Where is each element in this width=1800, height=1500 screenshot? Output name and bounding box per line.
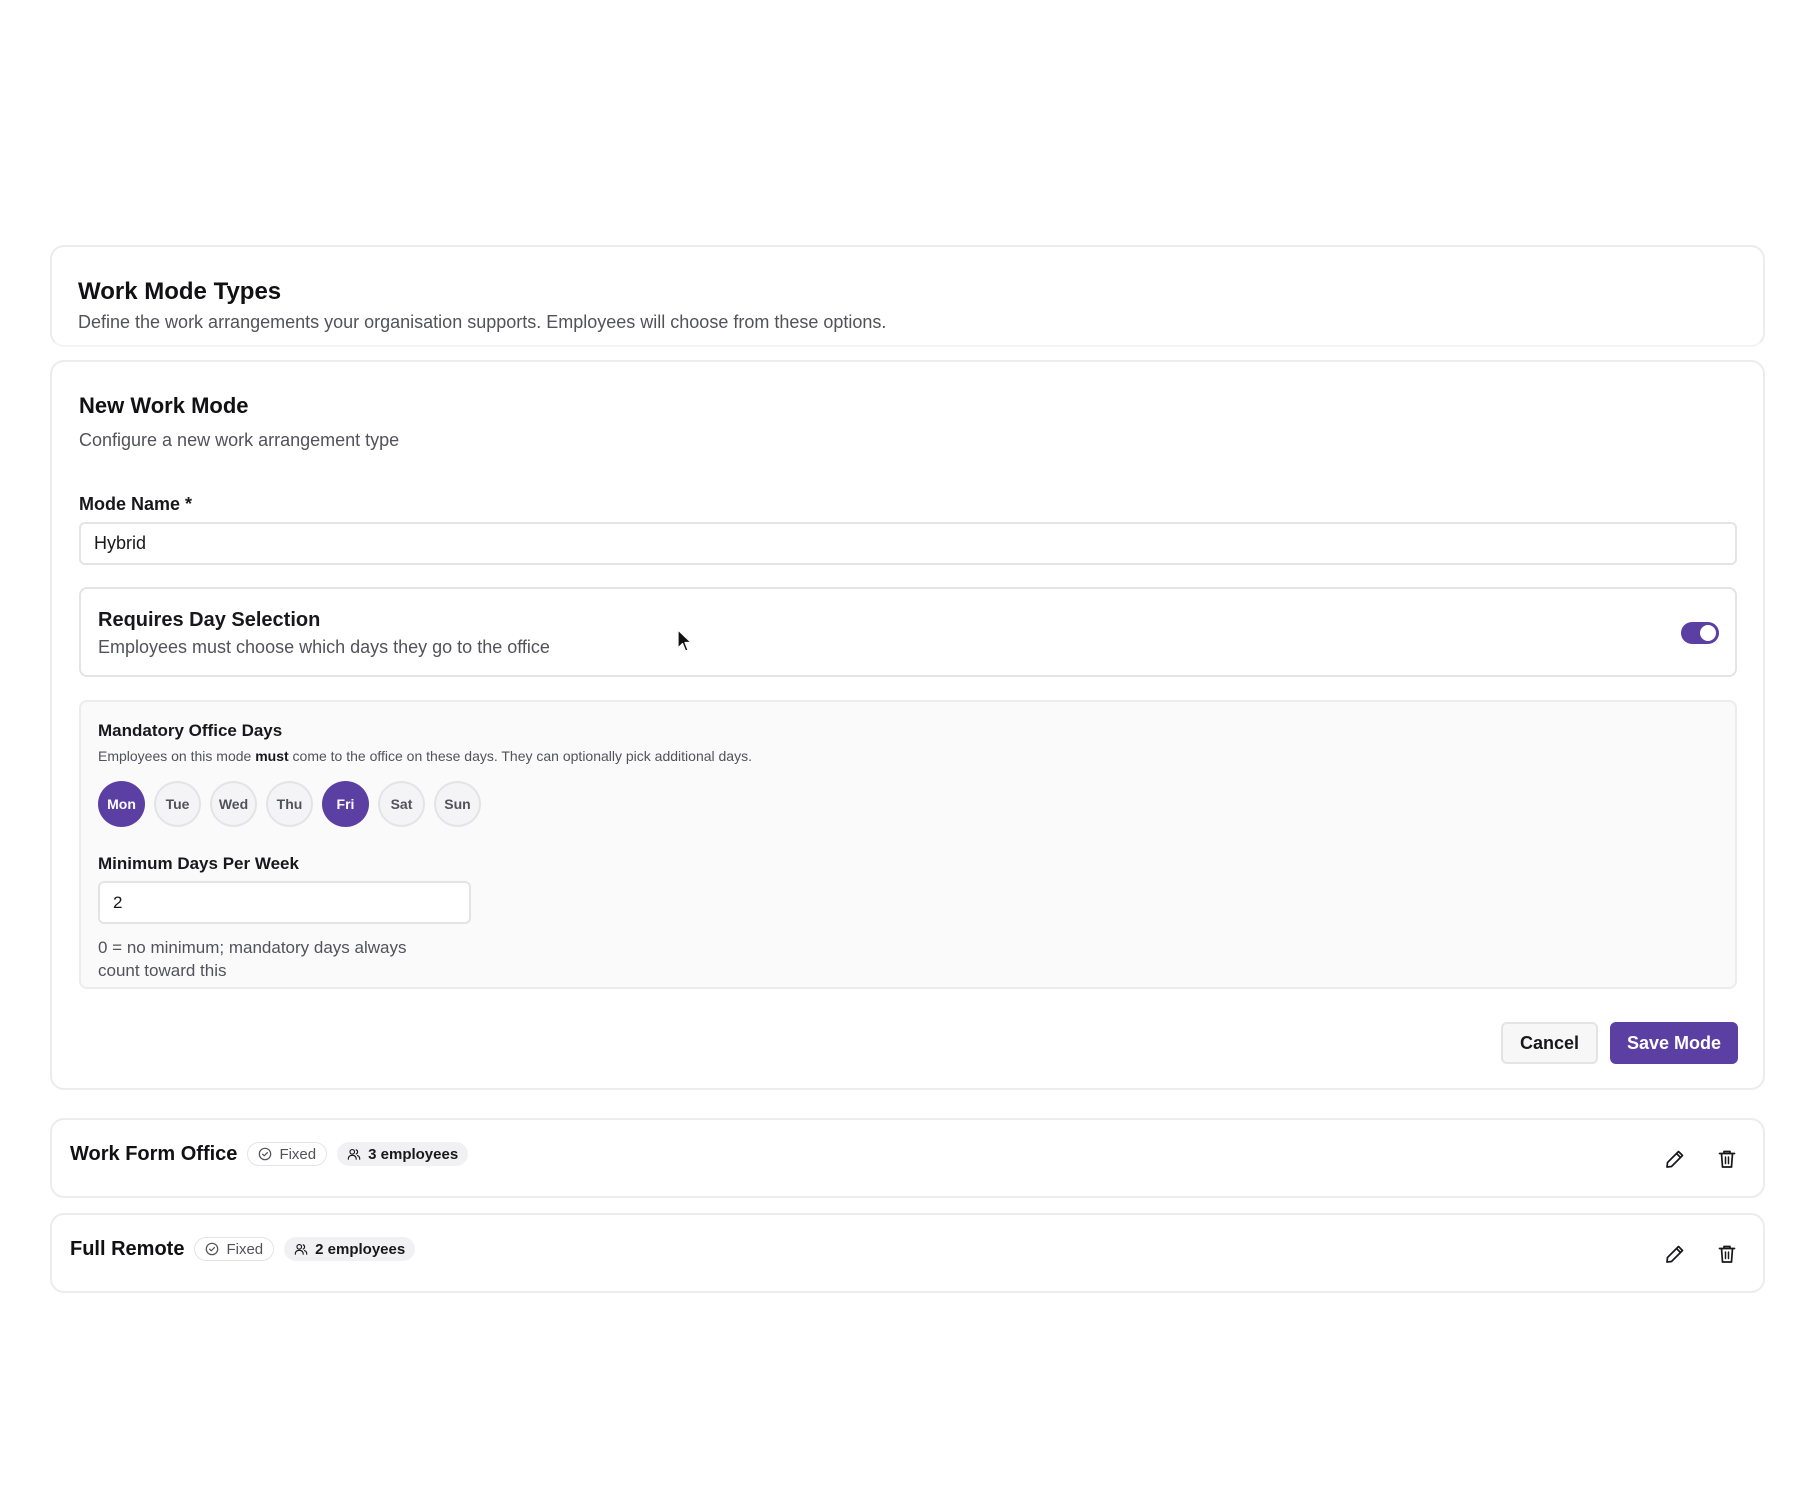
employee-count-badge: 3 employees (337, 1142, 469, 1166)
form-title: New Work Mode (79, 393, 249, 418)
employee-count-badge: 2 employees (284, 1237, 416, 1261)
work-mode-row: Work Form Office Fixed 3 employees (50, 1118, 1765, 1198)
check-circle-icon (259, 1147, 272, 1161)
requires-day-selection-description: Employees must choose which days they go… (98, 637, 550, 657)
mode-name-label: Mode Name * (79, 494, 193, 514)
edit-mode-button[interactable] (1664, 1148, 1686, 1170)
mandatory-office-days-title: Mandatory Office Days (98, 721, 283, 740)
requires-day-selection-title: Requires Day Selection (98, 609, 321, 631)
minimum-days-hint: 0 = no minimum; mandatory days always co… (98, 938, 407, 980)
mandatory-office-days-description: Employees on this mode must come to the … (98, 748, 752, 764)
page-subtitle: Define the work arrangements your organi… (78, 312, 887, 332)
mandatory-office-days-section: Mandatory Office Days Employees on this … (79, 700, 1737, 989)
trash-icon (1718, 1150, 1736, 1168)
minimum-days-input[interactable] (98, 881, 471, 924)
day-chip-mon[interactable]: Mon (98, 781, 145, 827)
page-title: Work Mode Types (78, 278, 282, 305)
trash-icon (1718, 1245, 1736, 1263)
work-mode-name: Full Remote (70, 1237, 185, 1260)
work-mode-types-header-card: Work Mode Types Define the work arrangem… (50, 245, 1765, 347)
work-mode-row: Full Remote Fixed 2 employees (50, 1213, 1765, 1293)
save-mode-button[interactable]: Save Mode (1610, 1022, 1738, 1064)
requires-day-selection-toggle[interactable] (1681, 622, 1719, 644)
delete-mode-button[interactable] (1716, 1148, 1738, 1170)
mode-type-badge: Fixed (194, 1237, 275, 1261)
pencil-icon (1666, 1150, 1684, 1168)
requires-day-selection-row: Requires Day Selection Employees must ch… (79, 587, 1737, 677)
day-chip-sat[interactable]: Sat (378, 781, 425, 827)
day-picker: Mon Tue Wed Thu Fri Sat Sun (98, 781, 481, 827)
cancel-button[interactable]: Cancel (1501, 1022, 1598, 1064)
day-chip-thu[interactable]: Thu (266, 781, 313, 827)
users-icon (294, 1243, 308, 1255)
users-icon (347, 1148, 361, 1160)
mode-name-input[interactable] (79, 522, 1737, 565)
mouse-cursor-icon (677, 629, 692, 652)
form-subtitle: Configure a new work arrangement type (79, 430, 400, 450)
work-mode-name: Work Form Office (70, 1142, 238, 1165)
day-chip-sun[interactable]: Sun (434, 781, 481, 827)
edit-mode-button[interactable] (1664, 1243, 1686, 1265)
day-chip-wed[interactable]: Wed (210, 781, 257, 827)
pencil-icon (1666, 1245, 1684, 1263)
day-chip-fri[interactable]: Fri (322, 781, 369, 827)
mode-type-badge: Fixed (247, 1142, 328, 1166)
minimum-days-label: Minimum Days Per Week (98, 854, 299, 873)
check-circle-icon (206, 1242, 219, 1256)
day-chip-tue[interactable]: Tue (154, 781, 201, 827)
delete-mode-button[interactable] (1716, 1243, 1738, 1265)
toggle-knob (1700, 625, 1716, 641)
new-work-mode-form: New Work Mode Configure a new work arran… (50, 360, 1765, 1090)
